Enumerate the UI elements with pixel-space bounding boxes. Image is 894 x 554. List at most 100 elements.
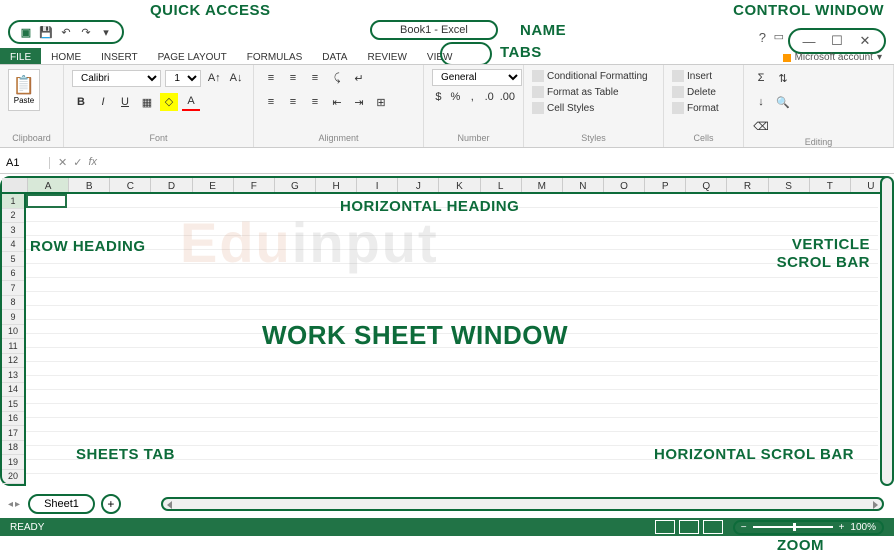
- row-header[interactable]: 9: [2, 310, 24, 325]
- col-header[interactable]: D: [151, 178, 192, 192]
- number-format-select[interactable]: General: [432, 69, 522, 86]
- underline-button[interactable]: U: [116, 93, 134, 111]
- maximize-icon[interactable]: ☐: [828, 32, 846, 50]
- zoom-percent[interactable]: 100%: [850, 522, 876, 533]
- format-cells-button[interactable]: Format: [672, 101, 735, 115]
- col-header[interactable]: O: [604, 178, 645, 192]
- zoom-slider[interactable]: [753, 526, 833, 528]
- align-right-icon[interactable]: ≡: [306, 93, 324, 111]
- autosum-icon[interactable]: Σ: [752, 69, 770, 87]
- zoom-out-icon[interactable]: −: [741, 522, 747, 533]
- name-box[interactable]: A1: [0, 157, 50, 169]
- paste-button[interactable]: Paste: [8, 69, 40, 111]
- row-header[interactable]: 20: [2, 470, 24, 485]
- orientation-icon[interactable]: ⤹: [328, 69, 346, 87]
- row-header[interactable]: 17: [2, 426, 24, 441]
- view-normal-icon[interactable]: [655, 520, 675, 534]
- col-header[interactable]: A: [28, 178, 69, 192]
- row-header[interactable]: 8: [2, 296, 24, 311]
- currency-icon[interactable]: $: [432, 88, 445, 106]
- sort-filter-icon[interactable]: ⇅: [774, 69, 792, 87]
- col-header[interactable]: R: [727, 178, 768, 192]
- col-header[interactable]: S: [769, 178, 810, 192]
- sheet-tab[interactable]: Sheet1: [28, 494, 95, 514]
- align-bottom-icon[interactable]: ≡: [306, 69, 324, 87]
- insert-cells-button[interactable]: Insert: [672, 69, 735, 83]
- redo-icon[interactable]: ↷: [78, 24, 94, 40]
- col-header[interactable]: L: [481, 178, 522, 192]
- row-header[interactable]: 16: [2, 412, 24, 427]
- row-header[interactable]: 19: [2, 455, 24, 470]
- font-color-icon[interactable]: A: [182, 93, 200, 111]
- col-header[interactable]: E: [193, 178, 234, 192]
- fill-icon[interactable]: ↓: [752, 93, 770, 111]
- col-header[interactable]: P: [645, 178, 686, 192]
- decrease-font-icon[interactable]: A↓: [227, 69, 245, 87]
- col-header[interactable]: H: [316, 178, 357, 192]
- cancel-formula-icon[interactable]: ✕: [58, 156, 67, 169]
- row-header[interactable]: 7: [2, 281, 24, 296]
- col-header[interactable]: F: [234, 178, 275, 192]
- account-link[interactable]: Microsoft account ▾: [783, 52, 882, 63]
- formula-input[interactable]: [105, 155, 894, 170]
- undo-icon[interactable]: ↶: [58, 24, 74, 40]
- row-header[interactable]: 1: [2, 194, 24, 209]
- increase-font-icon[interactable]: A↑: [205, 69, 223, 87]
- vertical-scrollbar[interactable]: [880, 176, 894, 486]
- add-sheet-button[interactable]: +: [101, 494, 121, 514]
- col-header[interactable]: C: [110, 178, 151, 192]
- conditional-formatting-button[interactable]: Conditional Formatting: [532, 69, 655, 83]
- ribbon-display-icon[interactable]: ▭: [774, 30, 784, 43]
- col-header[interactable]: T: [810, 178, 851, 192]
- row-header[interactable]: 4: [2, 238, 24, 253]
- decrease-decimal-icon[interactable]: .00: [500, 88, 515, 106]
- bold-button[interactable]: B: [72, 93, 90, 111]
- row-header[interactable]: 12: [2, 354, 24, 369]
- col-header[interactable]: K: [439, 178, 480, 192]
- merge-icon[interactable]: ⊞: [372, 93, 390, 111]
- row-header[interactable]: 2: [2, 209, 24, 224]
- align-top-icon[interactable]: ≡: [262, 69, 280, 87]
- row-header[interactable]: 14: [2, 383, 24, 398]
- view-page-break-icon[interactable]: [703, 520, 723, 534]
- row-header[interactable]: 10: [2, 325, 24, 340]
- select-all-corner[interactable]: [2, 178, 28, 192]
- enter-formula-icon[interactable]: ✓: [73, 156, 82, 169]
- align-middle-icon[interactable]: ≡: [284, 69, 302, 87]
- percent-icon[interactable]: %: [449, 88, 462, 106]
- clear-icon[interactable]: ⌫: [752, 117, 770, 135]
- sheet-nav-prev-icon[interactable]: ◂: [8, 499, 13, 510]
- border-icon[interactable]: ▦: [138, 93, 156, 111]
- col-header[interactable]: G: [275, 178, 316, 192]
- sheet-nav-next-icon[interactable]: ▸: [15, 499, 20, 510]
- comma-icon[interactable]: ,: [466, 88, 479, 106]
- increase-decimal-icon[interactable]: .0: [483, 88, 496, 106]
- zoom-in-icon[interactable]: +: [839, 522, 845, 533]
- cell-styles-button[interactable]: Cell Styles: [532, 101, 655, 115]
- col-header[interactable]: I: [357, 178, 398, 192]
- active-cell[interactable]: [26, 194, 67, 208]
- qat-dropdown-icon[interactable]: ▾: [98, 24, 114, 40]
- help-icon[interactable]: ?: [759, 30, 766, 45]
- align-center-icon[interactable]: ≡: [284, 93, 302, 111]
- minimize-icon[interactable]: ―: [800, 32, 818, 50]
- fx-icon[interactable]: fx: [88, 156, 97, 169]
- wrap-text-icon[interactable]: ↵: [350, 69, 368, 87]
- decrease-indent-icon[interactable]: ⇤: [328, 93, 346, 111]
- col-header[interactable]: N: [563, 178, 604, 192]
- find-icon[interactable]: 🔍: [774, 93, 792, 111]
- col-header[interactable]: B: [69, 178, 110, 192]
- horizontal-scrollbar[interactable]: [161, 497, 884, 511]
- italic-button[interactable]: I: [94, 93, 112, 111]
- delete-cells-button[interactable]: Delete: [672, 85, 735, 99]
- row-header[interactable]: 15: [2, 397, 24, 412]
- close-icon[interactable]: ✕: [856, 32, 874, 50]
- view-page-layout-icon[interactable]: [679, 520, 699, 534]
- row-header[interactable]: 11: [2, 339, 24, 354]
- col-header[interactable]: J: [398, 178, 439, 192]
- row-header[interactable]: 18: [2, 441, 24, 456]
- col-header[interactable]: Q: [686, 178, 727, 192]
- row-header[interactable]: 13: [2, 368, 24, 383]
- save-icon[interactable]: 💾: [38, 24, 54, 40]
- row-header[interactable]: 6: [2, 267, 24, 282]
